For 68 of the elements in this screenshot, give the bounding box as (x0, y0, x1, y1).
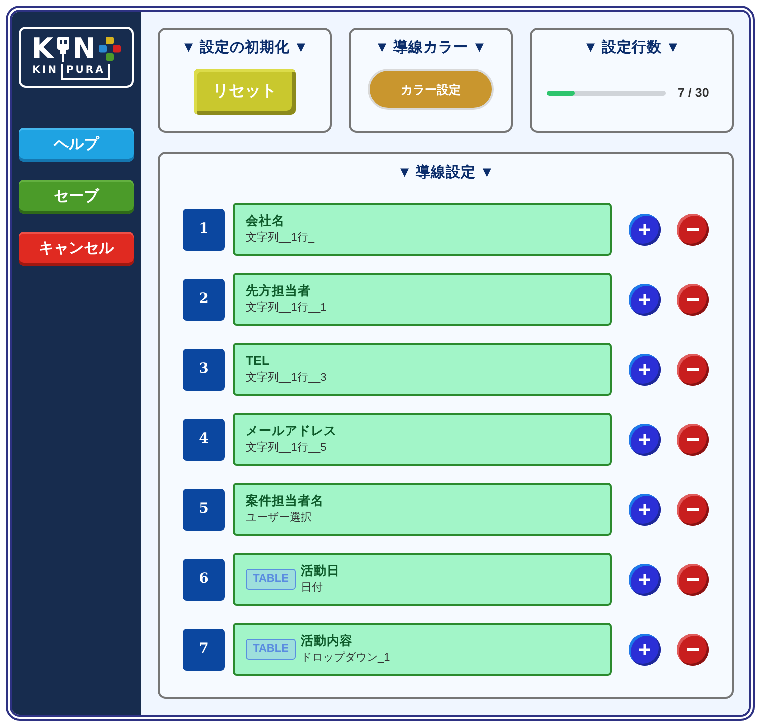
row-number: 6 (183, 558, 225, 600)
add-button[interactable] (629, 354, 661, 386)
minus-icon (687, 578, 699, 581)
plus-icon (639, 224, 651, 236)
add-button[interactable] (629, 214, 661, 246)
remove-button[interactable] (677, 214, 709, 246)
field-type: 文字列__1行_ (246, 231, 314, 246)
minus-icon (687, 508, 699, 511)
field-type: 日付 (301, 581, 324, 596)
remove-button[interactable] (677, 634, 709, 666)
plus-icon (639, 294, 651, 306)
minus-icon (687, 298, 699, 301)
cancel-button[interactable]: キャンセル (19, 232, 134, 266)
field-type: 文字列__1行__5 (246, 441, 328, 456)
remove-button[interactable] (677, 284, 709, 316)
add-button[interactable] (629, 564, 661, 596)
field-label: TEL (246, 353, 271, 369)
add-button[interactable] (629, 634, 661, 666)
minus-icon (687, 368, 699, 371)
table-tag: TABLE (246, 639, 296, 660)
remove-button[interactable] (677, 494, 709, 526)
minus-icon (687, 648, 699, 651)
minus-icon (687, 438, 699, 441)
field-card[interactable]: メールアドレス 文字列__1行__5 (233, 413, 612, 466)
panel-title: ▼ 導線設定 ▼ (398, 164, 494, 182)
field-card[interactable]: TEL 文字列__1行__3 (233, 343, 612, 396)
remove-button[interactable] (677, 564, 709, 596)
plug-icon (56, 36, 70, 62)
field-type: ユーザー選択 (246, 511, 313, 526)
field-type: 文字列__1行__1 (246, 301, 327, 316)
row-count-reading: 7 / 30 (678, 85, 710, 101)
color-blocks-icon (99, 37, 122, 61)
logo-letter: N (72, 35, 96, 63)
field-card[interactable]: 案件担当者名 ユーザー選択 (233, 483, 612, 536)
field-card[interactable]: 会社名 文字列__1行_ (233, 203, 612, 256)
plus-icon (639, 364, 651, 376)
row-number: 5 (183, 488, 225, 530)
row-number: 3 (183, 348, 225, 390)
field-label: 活動日 (301, 563, 340, 579)
logo-caption: KIN (32, 64, 58, 77)
field-label: 先方担当者 (246, 283, 312, 299)
plus-icon (639, 504, 651, 516)
panel-title: ▼ 導線カラー ▼ (375, 39, 487, 57)
add-button[interactable] (629, 494, 661, 526)
field-type: 文字列__1行__3 (246, 371, 327, 386)
row-number: 2 (183, 278, 225, 320)
remove-button[interactable] (677, 354, 709, 386)
add-button[interactable] (629, 424, 661, 456)
row-number: 1 (183, 208, 225, 250)
minus-icon (687, 228, 699, 231)
row-number: 7 (183, 628, 225, 670)
field-type: ドロップダウン_1 (301, 651, 390, 666)
field-label: 活動内容 (301, 633, 354, 649)
row-number: 4 (183, 418, 225, 460)
field-label: 案件担当者名 (246, 493, 324, 509)
panel-title: ▼ 設定の初期化 ▼ (182, 39, 308, 57)
add-button[interactable] (629, 284, 661, 316)
plus-icon (639, 644, 651, 656)
plus-icon (639, 434, 651, 446)
plus-icon (639, 574, 651, 586)
logo-caption: PURA (61, 64, 110, 80)
field-card[interactable]: 先方担当者 文字列__1行__1 (233, 273, 612, 326)
remove-button[interactable] (677, 424, 709, 456)
table-tag: TABLE (246, 569, 296, 590)
field-label: 会社名 (246, 213, 286, 229)
field-label: メールアドレス (246, 423, 337, 439)
logo-letter: K (32, 35, 54, 63)
panel-title: ▼ 設定行数 ▼ (584, 39, 680, 57)
